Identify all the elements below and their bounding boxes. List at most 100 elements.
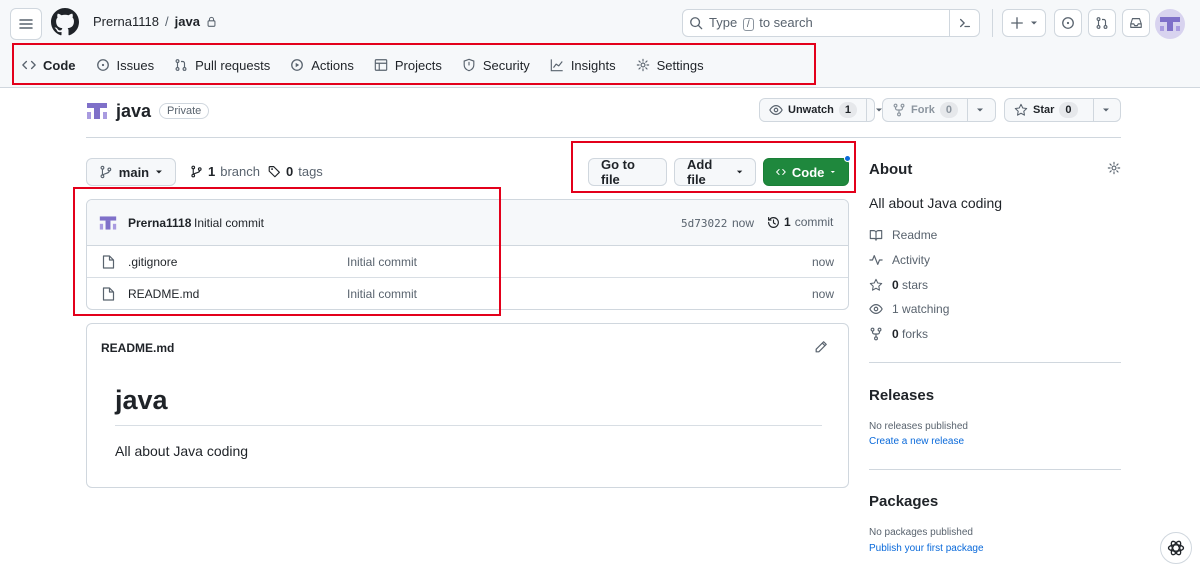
eye-icon — [769, 105, 783, 115]
packages-title[interactable]: Packages — [869, 493, 938, 510]
branch-label: branch — [220, 164, 260, 179]
releases-title[interactable]: Releases — [869, 387, 934, 404]
book-icon — [869, 230, 883, 241]
repo-avatar-icon — [87, 103, 107, 119]
pencil-icon[interactable] — [814, 340, 828, 354]
about-title: About — [869, 161, 913, 178]
user-avatar-icon — [1160, 17, 1180, 31]
avatar[interactable] — [1155, 9, 1185, 39]
forks-count: 0 — [892, 327, 899, 341]
watching-count: 1 — [892, 302, 899, 316]
repo-title: java Private — [86, 100, 210, 122]
star-button[interactable]: Star 0 — [1004, 98, 1121, 122]
fork-label: Fork — [911, 104, 935, 116]
star-dropdown[interactable] — [1093, 99, 1118, 121]
commit-time: now — [732, 216, 755, 230]
caret-down-icon — [1031, 21, 1037, 25]
readme-body: All about Java coding — [115, 443, 249, 459]
branch-icon — [191, 165, 202, 178]
inbox-button[interactable] — [1122, 9, 1150, 37]
hamburger-menu-button[interactable] — [10, 8, 42, 40]
stars-count: 0 — [892, 278, 899, 292]
fork-icon — [893, 103, 905, 117]
highlight-box-nav — [12, 43, 816, 85]
tag-count: 0 — [286, 164, 294, 179]
github-logo-icon[interactable] — [51, 8, 79, 36]
sidebar-divider — [869, 469, 1121, 470]
unwatch-button[interactable]: Unwatch 1 — [759, 98, 882, 122]
search-placeholder: Type / to search — [709, 15, 813, 31]
eye-icon — [869, 304, 883, 314]
commit-history-link[interactable]: 1 commit — [767, 215, 833, 229]
history-icon — [768, 216, 779, 228]
publish-package-link[interactable]: Publish your first package — [869, 543, 984, 554]
plus-icon — [1011, 17, 1023, 29]
repo-name[interactable]: java — [116, 101, 151, 122]
caret-down-icon — [977, 108, 983, 112]
pull-requests-button[interactable] — [1088, 9, 1116, 37]
star-icon — [869, 278, 883, 291]
breadcrumb-owner[interactable]: Prerna1118 — [93, 14, 159, 29]
sidebar-divider — [869, 362, 1121, 363]
no-packages-text: No packages published — [869, 527, 973, 538]
sidebar-item-watching[interactable]: 1 watching — [869, 302, 949, 316]
readme-heading-rule — [115, 425, 822, 426]
tag-label: tags — [298, 164, 323, 179]
caret-down-icon — [156, 170, 163, 174]
breadcrumb: Prerna1118 / java — [93, 14, 217, 29]
file-time: now — [811, 287, 834, 301]
star-label: Star — [1033, 104, 1055, 116]
create-new-button[interactable] — [1002, 9, 1046, 37]
commit-count: 1 — [784, 215, 791, 229]
assistant-button[interactable] — [1160, 532, 1192, 564]
terminal-icon — [959, 18, 970, 28]
forks-label: forks — [902, 327, 929, 341]
watching-label: watching — [902, 302, 950, 316]
readme-panel: README.md java All about Java coding — [86, 323, 849, 488]
branches-link[interactable]: 1 branch — [190, 164, 260, 179]
issues-button[interactable] — [1054, 9, 1082, 37]
highlight-box-files — [73, 187, 501, 316]
tag-icon — [268, 166, 280, 178]
breadcrumb-separator: / — [165, 14, 169, 29]
sidebar-item-activity[interactable]: Activity — [869, 253, 930, 267]
highlight-box-toolbar — [571, 141, 856, 193]
assistant-icon — [1167, 540, 1185, 556]
star-count: 0 — [1059, 102, 1078, 118]
caret-down-icon — [1103, 108, 1109, 112]
sidebar-item-stars[interactable]: 0 stars — [869, 278, 928, 292]
unwatch-label: Unwatch — [788, 104, 834, 116]
sidebar-readme-label: Readme — [892, 228, 938, 242]
breadcrumb-repo[interactable]: java — [175, 14, 200, 29]
search-icon — [690, 17, 703, 30]
fork-count: 0 — [939, 102, 958, 118]
lock-icon — [207, 16, 216, 27]
file-time: now — [811, 255, 834, 269]
sidebar-item-readme[interactable]: Readme — [869, 228, 937, 242]
tags-link[interactable]: 0 tags — [268, 164, 323, 179]
branch-name: main — [118, 164, 150, 180]
visibility-badge: Private — [159, 103, 210, 119]
no-releases-text: No releases published — [869, 421, 968, 432]
fork-dropdown[interactable] — [967, 99, 992, 121]
readme-heading: java — [115, 385, 168, 415]
fork-button[interactable]: Fork 0 — [882, 98, 996, 122]
title-divider — [86, 137, 1121, 138]
watch-count: 1 — [838, 102, 857, 118]
command-palette-button[interactable] — [949, 9, 979, 37]
star-icon — [1014, 103, 1028, 116]
sidebar-item-forks[interactable]: 0 forks — [869, 327, 928, 341]
search-input[interactable]: Type / to search — [682, 9, 980, 37]
gear-icon[interactable] — [1107, 161, 1121, 175]
create-release-link[interactable]: Create a new release — [869, 436, 964, 447]
branch-count: 1 — [208, 164, 216, 179]
fork-icon — [870, 327, 882, 341]
pull-request-icon — [1096, 17, 1108, 29]
commit-sha[interactable]: 5d73022 — [681, 217, 727, 230]
readme-filename[interactable]: README.md — [101, 341, 174, 355]
sidebar-activity-label: Activity — [892, 253, 931, 267]
stars-label: stars — [902, 278, 929, 292]
branch-select-button[interactable]: main — [86, 158, 176, 186]
commit-label: commit — [794, 215, 834, 229]
issue-icon — [1062, 17, 1074, 29]
